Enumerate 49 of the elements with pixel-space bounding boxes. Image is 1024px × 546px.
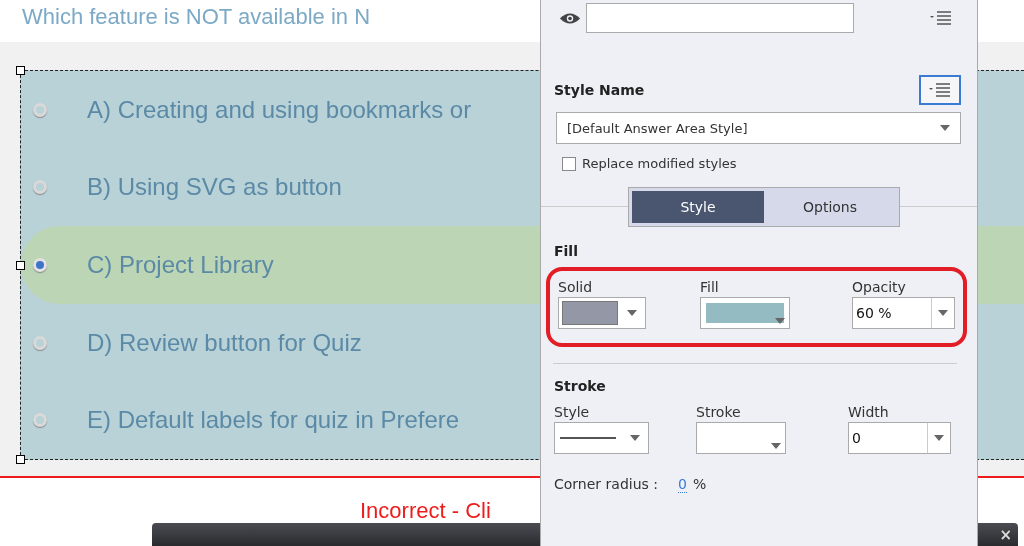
field-label: Opacity bbox=[852, 279, 907, 295]
color-dropdown[interactable] bbox=[558, 297, 646, 329]
section-title: Fill bbox=[553, 243, 579, 259]
number-dropdown[interactable]: 60 % bbox=[852, 297, 955, 329]
checkbox-label: Replace modified styles bbox=[582, 156, 737, 171]
checkbox[interactable] bbox=[562, 156, 576, 171]
field-label: Stroke bbox=[696, 404, 742, 420]
caret-icon bbox=[771, 443, 781, 449]
field-label: Solid bbox=[558, 279, 594, 295]
number-dropdown[interactable]: 0 bbox=[848, 422, 951, 454]
caret-icon bbox=[775, 318, 785, 324]
style-dropdown[interactable]: [Default Answer Area Style] bbox=[556, 112, 961, 144]
section-title: Style Name bbox=[554, 82, 645, 98]
color-picker[interactable] bbox=[700, 297, 790, 329]
caret-icon bbox=[630, 435, 640, 441]
corner-radius-value[interactable]: 0 bbox=[678, 476, 687, 493]
resize-handle[interactable] bbox=[16, 455, 25, 464]
answer-label: B) Using SVG as button bbox=[87, 173, 342, 202]
answer-label: C) Project Library bbox=[87, 251, 274, 279]
caret-icon bbox=[934, 435, 944, 441]
menu-icon bbox=[928, 82, 952, 98]
answer-label: E) Default labels for quiz in Prefere bbox=[87, 406, 460, 435]
name-field[interactable] bbox=[586, 3, 854, 33]
resize-handle[interactable] bbox=[16, 261, 25, 270]
close-button[interactable]: × bbox=[999, 525, 1012, 544]
tab[interactable]: Options bbox=[764, 191, 896, 223]
color-picker[interactable] bbox=[696, 422, 786, 454]
unit-label: % bbox=[692, 476, 707, 493]
caret-icon bbox=[627, 310, 637, 316]
caret-icon bbox=[938, 310, 948, 316]
caret-icon bbox=[940, 125, 950, 131]
section-title: Stroke bbox=[553, 378, 607, 394]
question-title: Which feature is NOT available in N bbox=[22, 4, 371, 30]
resize-handle[interactable] bbox=[16, 66, 25, 75]
menu-button[interactable] bbox=[919, 75, 961, 105]
radio-button[interactable] bbox=[33, 413, 47, 428]
field-label: Corner radius : bbox=[554, 476, 658, 493]
field-label: Style bbox=[554, 404, 591, 420]
radio-button[interactable] bbox=[33, 335, 47, 350]
menu-icon[interactable] bbox=[929, 10, 953, 26]
answer-label: A) Creating and using bookmarks or bbox=[87, 95, 472, 124]
answer-label: D) Review button for Quiz bbox=[87, 328, 362, 357]
tab[interactable]: Style bbox=[632, 191, 764, 223]
feedback-text: Incorrect - Cli bbox=[360, 498, 491, 524]
radio-button[interactable] bbox=[33, 180, 47, 195]
field-label: Fill bbox=[700, 279, 720, 295]
line-style-dropdown[interactable] bbox=[554, 422, 649, 454]
field-label: Width bbox=[848, 404, 890, 420]
radio-button[interactable] bbox=[33, 102, 47, 117]
